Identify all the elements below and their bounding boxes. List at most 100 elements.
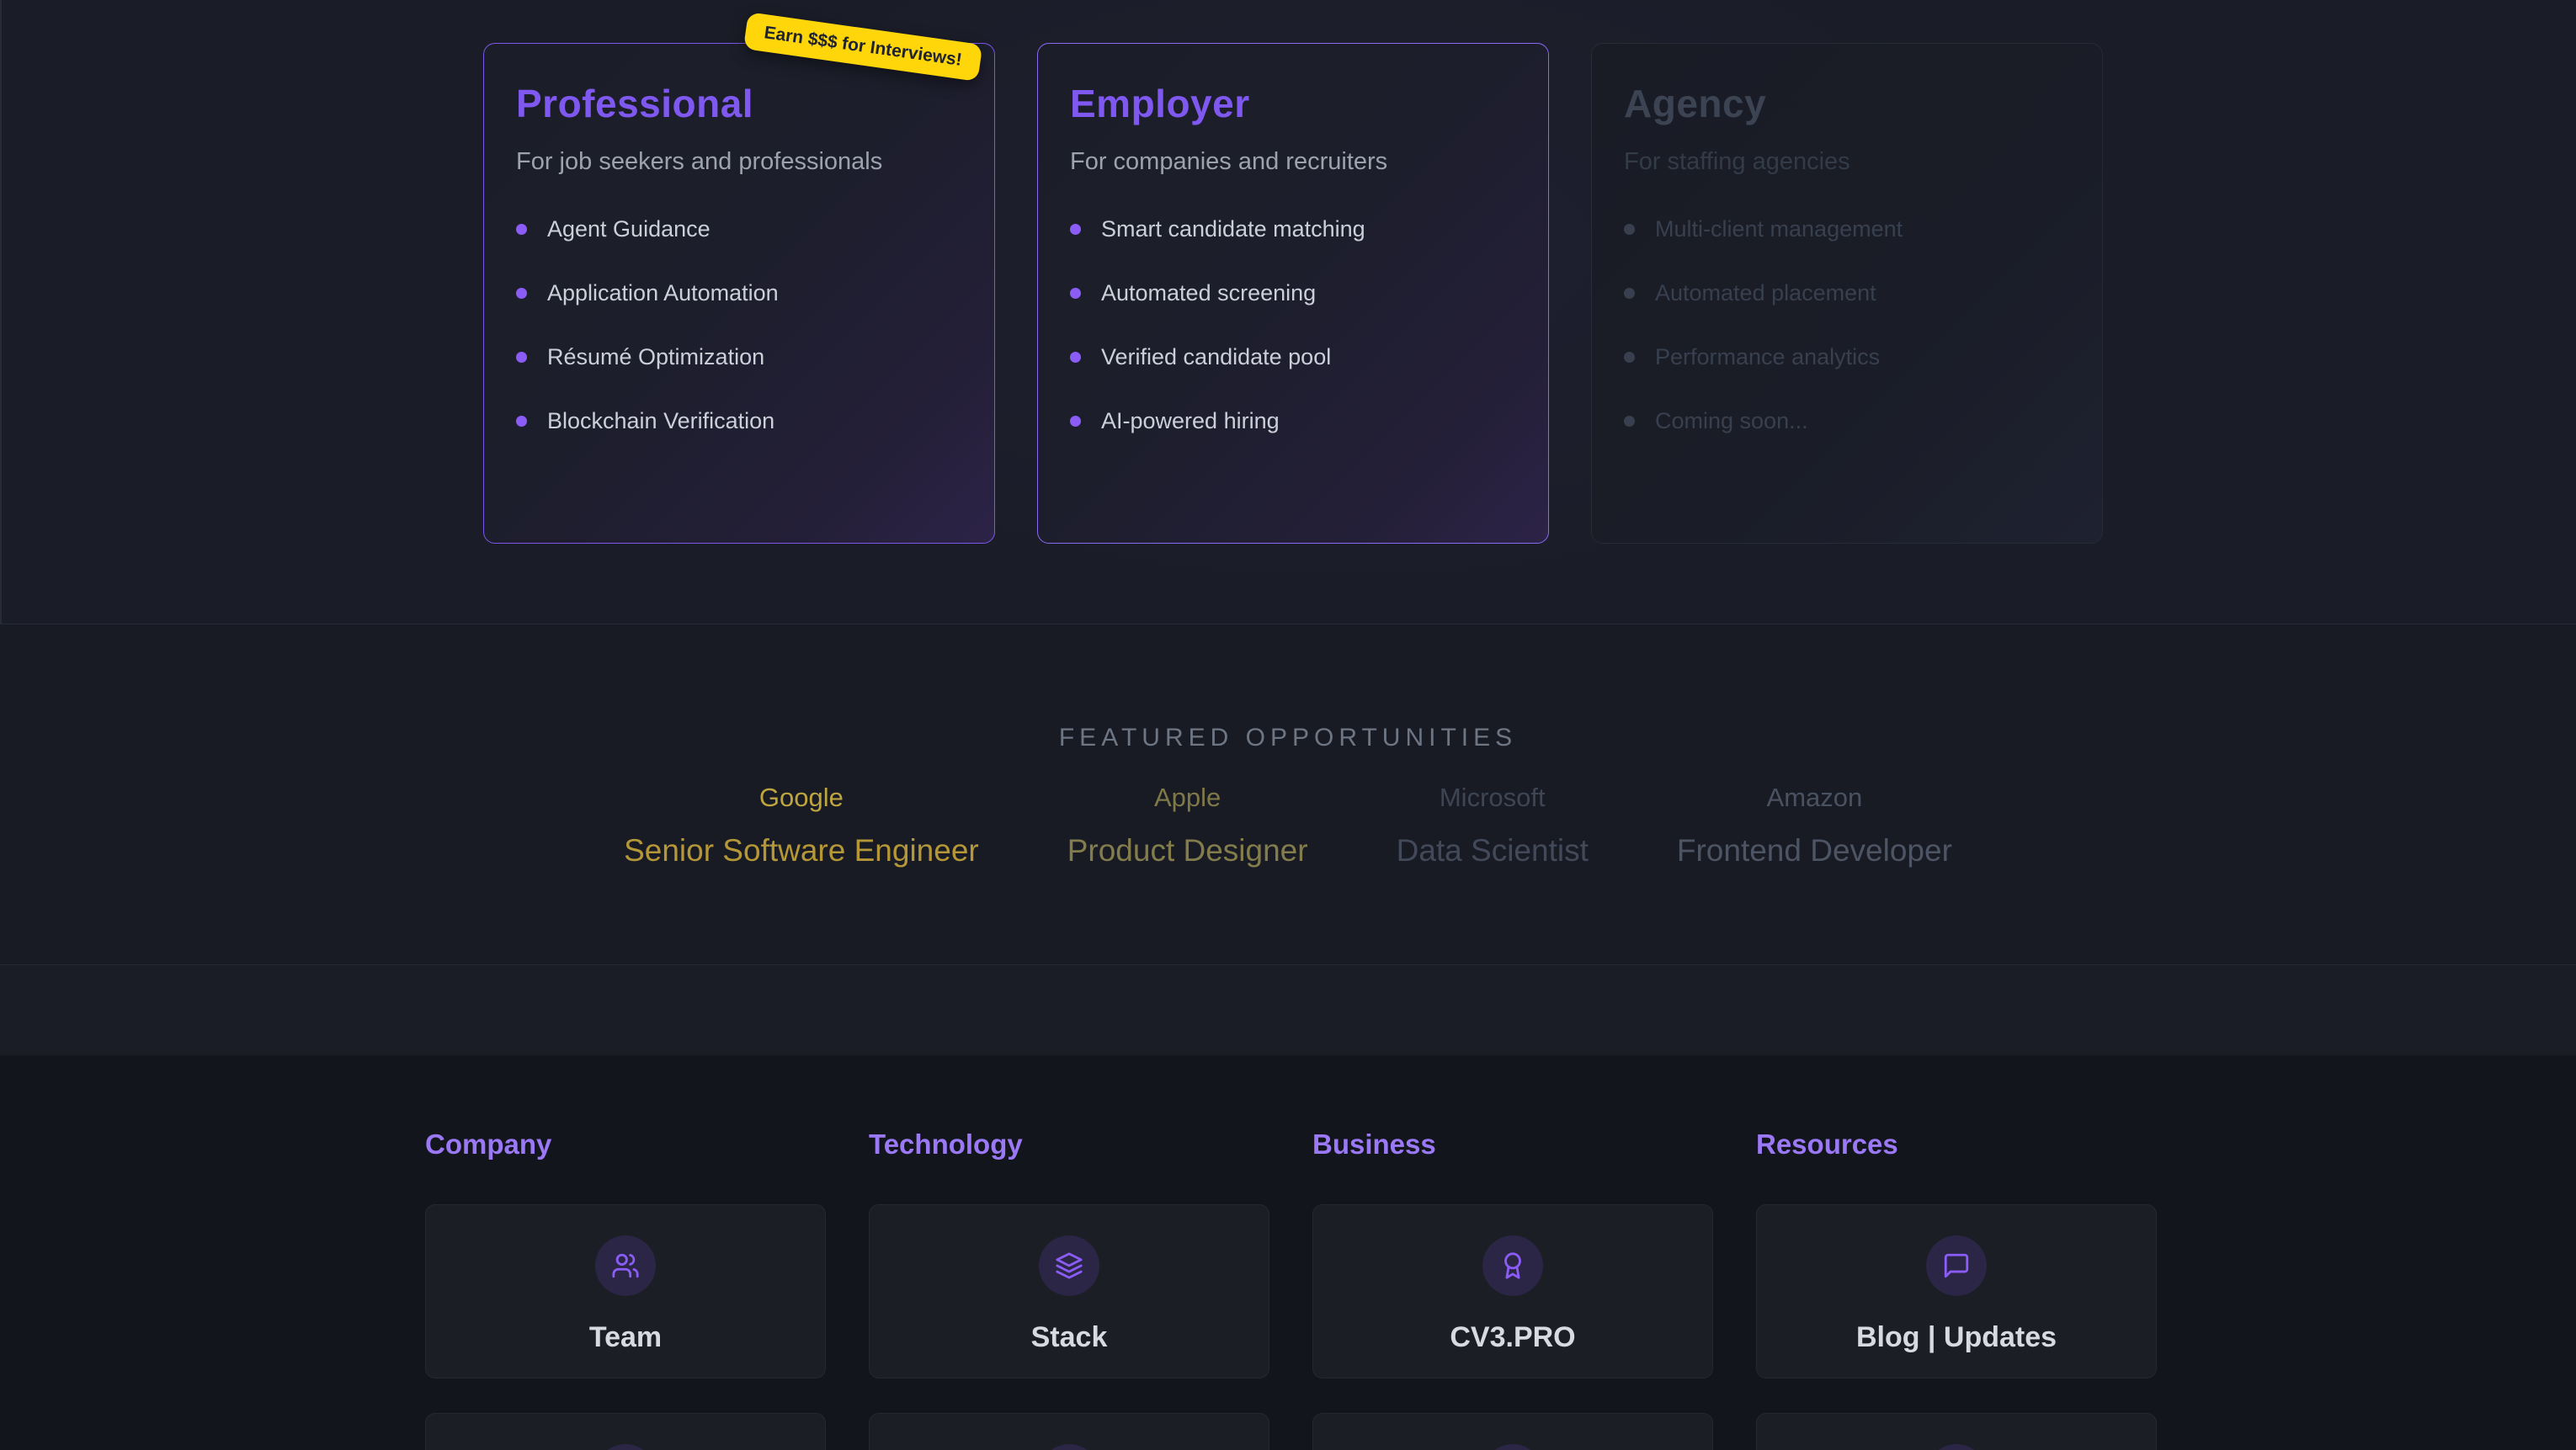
feature-label: Multi-client management bbox=[1655, 216, 1903, 242]
plan-description: For job seekers and professionals bbox=[516, 148, 962, 176]
message-square-icon bbox=[1942, 1251, 1971, 1280]
bullet-dot-icon bbox=[1070, 416, 1081, 427]
job-company: Microsoft bbox=[1440, 783, 1546, 813]
footer-column-company: Company Team bbox=[425, 1129, 826, 1450]
plan-card-agency: Agency For staffing agencies Multi-clien… bbox=[1591, 43, 2103, 544]
partial-card[interactable] bbox=[1312, 1413, 1713, 1450]
plan-feature-list: Multi-client management Automated placem… bbox=[1624, 216, 2070, 434]
plan-feature-list: Smart candidate matching Automated scree… bbox=[1070, 216, 1516, 434]
plan-title: Employer bbox=[1070, 81, 1516, 126]
bullet-dot-icon bbox=[516, 416, 527, 427]
footer-card-label: Blog | Updates bbox=[1856, 1321, 2057, 1354]
bullet-dot-icon bbox=[516, 352, 527, 363]
plan-feature-list: Agent Guidance Application Automation Ré… bbox=[516, 216, 962, 434]
partial-card[interactable] bbox=[869, 1413, 1269, 1450]
feature-item: Agent Guidance bbox=[516, 216, 962, 242]
partial-card[interactable] bbox=[1756, 1413, 2157, 1450]
feature-item: Performance analytics bbox=[1624, 344, 2070, 370]
feature-label: Agent Guidance bbox=[547, 216, 711, 242]
footer-column-heading: Resources bbox=[1756, 1129, 2157, 1161]
feature-label: Résumé Optimization bbox=[547, 344, 764, 370]
icon-circle bbox=[1926, 1235, 1987, 1296]
footer-column-heading: Company bbox=[425, 1129, 826, 1161]
footer-column-technology: Technology Stack bbox=[869, 1129, 1269, 1450]
plan-title: Agency bbox=[1624, 81, 2070, 126]
icon-circle bbox=[1926, 1444, 1987, 1450]
footer-card-label: CV3.PRO bbox=[1450, 1321, 1575, 1354]
plan-card-professional[interactable]: Professional For job seekers and profess… bbox=[483, 43, 995, 544]
feature-label: Application Automation bbox=[547, 280, 779, 306]
bullet-dot-icon bbox=[1070, 352, 1081, 363]
feature-label: Performance analytics bbox=[1655, 344, 1880, 370]
job-item-apple[interactable]: Apple Product Designer bbox=[1067, 783, 1308, 868]
bullet-dot-icon bbox=[1624, 352, 1635, 363]
job-company: Google bbox=[759, 783, 844, 813]
footer-column-resources: Resources Blog | Updates bbox=[1756, 1129, 2157, 1450]
footer-column-heading: Technology bbox=[869, 1129, 1269, 1161]
feature-item: Multi-client management bbox=[1624, 216, 2070, 242]
feature-label: AI-powered hiring bbox=[1101, 408, 1280, 434]
icon-circle bbox=[1039, 1235, 1099, 1296]
featured-heading: FEATURED OPPORTUNITIES bbox=[1059, 724, 1517, 752]
feature-item: Automated placement bbox=[1624, 280, 2070, 306]
bullet-dot-icon bbox=[1624, 224, 1635, 235]
plan-card-employer[interactable]: Employer For companies and recruiters Sm… bbox=[1037, 43, 1549, 544]
job-item-google[interactable]: Google Senior Software Engineer bbox=[624, 783, 979, 868]
cv3pro-card[interactable]: CV3.PRO bbox=[1312, 1204, 1713, 1378]
page: Earn $$$ for Interviews! Professional Fo… bbox=[0, 0, 2576, 1450]
bullet-dot-icon bbox=[1624, 288, 1635, 299]
feature-item: Coming soon... bbox=[1624, 408, 2070, 434]
job-company: Apple bbox=[1154, 783, 1221, 813]
award-icon bbox=[1498, 1251, 1527, 1280]
featured-jobs-row: Google Senior Software Engineer Apple Pr… bbox=[624, 783, 1952, 868]
icon-circle bbox=[595, 1444, 656, 1450]
feature-label: Blockchain Verification bbox=[547, 408, 774, 434]
feature-item: Automated screening bbox=[1070, 280, 1516, 306]
feature-label: Smart candidate matching bbox=[1101, 216, 1365, 242]
bullet-dot-icon bbox=[516, 224, 527, 235]
bullet-dot-icon bbox=[1070, 224, 1081, 235]
plans-section: Earn $$$ for Interviews! Professional Fo… bbox=[0, 0, 2576, 624]
feature-label: Automated screening bbox=[1101, 280, 1316, 306]
partial-card[interactable] bbox=[425, 1413, 826, 1450]
feature-item: Résumé Optimization bbox=[516, 344, 962, 370]
footer-card-label: Stack bbox=[1031, 1321, 1108, 1354]
feature-label: Automated placement bbox=[1655, 280, 1876, 306]
team-card[interactable]: Team bbox=[425, 1204, 826, 1378]
job-company: Amazon bbox=[1767, 783, 1863, 813]
feature-item: Smart candidate matching bbox=[1070, 216, 1516, 242]
icon-circle bbox=[595, 1235, 656, 1296]
plan-cards-row: Professional For job seekers and profess… bbox=[483, 43, 2103, 544]
section-spacer bbox=[0, 966, 2576, 1055]
bullet-dot-icon bbox=[1624, 416, 1635, 427]
featured-opportunities-section: FEATURED OPPORTUNITIES Google Senior Sof… bbox=[0, 624, 2576, 965]
blog-card[interactable]: Blog | Updates bbox=[1756, 1204, 2157, 1378]
plan-title: Professional bbox=[516, 81, 962, 126]
feature-item: Blockchain Verification bbox=[516, 408, 962, 434]
footer-grid: Company Team bbox=[425, 1129, 2157, 1450]
feature-label: Coming soon... bbox=[1655, 408, 1808, 434]
bullet-dot-icon bbox=[516, 288, 527, 299]
users-icon bbox=[611, 1251, 640, 1280]
job-title: Data Scientist bbox=[1397, 833, 1589, 868]
bullet-dot-icon bbox=[1070, 288, 1081, 299]
job-item-amazon[interactable]: Amazon Frontend Developer bbox=[1677, 783, 1952, 868]
plan-description: For companies and recruiters bbox=[1070, 148, 1516, 176]
icon-circle bbox=[1482, 1235, 1543, 1296]
icon-circle bbox=[1039, 1444, 1099, 1450]
stack-card[interactable]: Stack bbox=[869, 1204, 1269, 1378]
feature-item: Verified candidate pool bbox=[1070, 344, 1516, 370]
footer-card-label: Team bbox=[589, 1321, 662, 1354]
job-title: Frontend Developer bbox=[1677, 833, 1952, 868]
site-footer: Company Team bbox=[0, 1055, 2576, 1450]
job-title: Product Designer bbox=[1067, 833, 1308, 868]
feature-label: Verified candidate pool bbox=[1101, 344, 1331, 370]
footer-column-heading: Business bbox=[1312, 1129, 1713, 1161]
job-title: Senior Software Engineer bbox=[624, 833, 979, 868]
icon-circle bbox=[1482, 1444, 1543, 1450]
plan-description: For staffing agencies bbox=[1624, 148, 2070, 176]
feature-item: AI-powered hiring bbox=[1070, 408, 1516, 434]
footer-column-business: Business CV3.PRO bbox=[1312, 1129, 1713, 1450]
feature-item: Application Automation bbox=[516, 280, 962, 306]
job-item-microsoft[interactable]: Microsoft Data Scientist bbox=[1397, 783, 1589, 868]
